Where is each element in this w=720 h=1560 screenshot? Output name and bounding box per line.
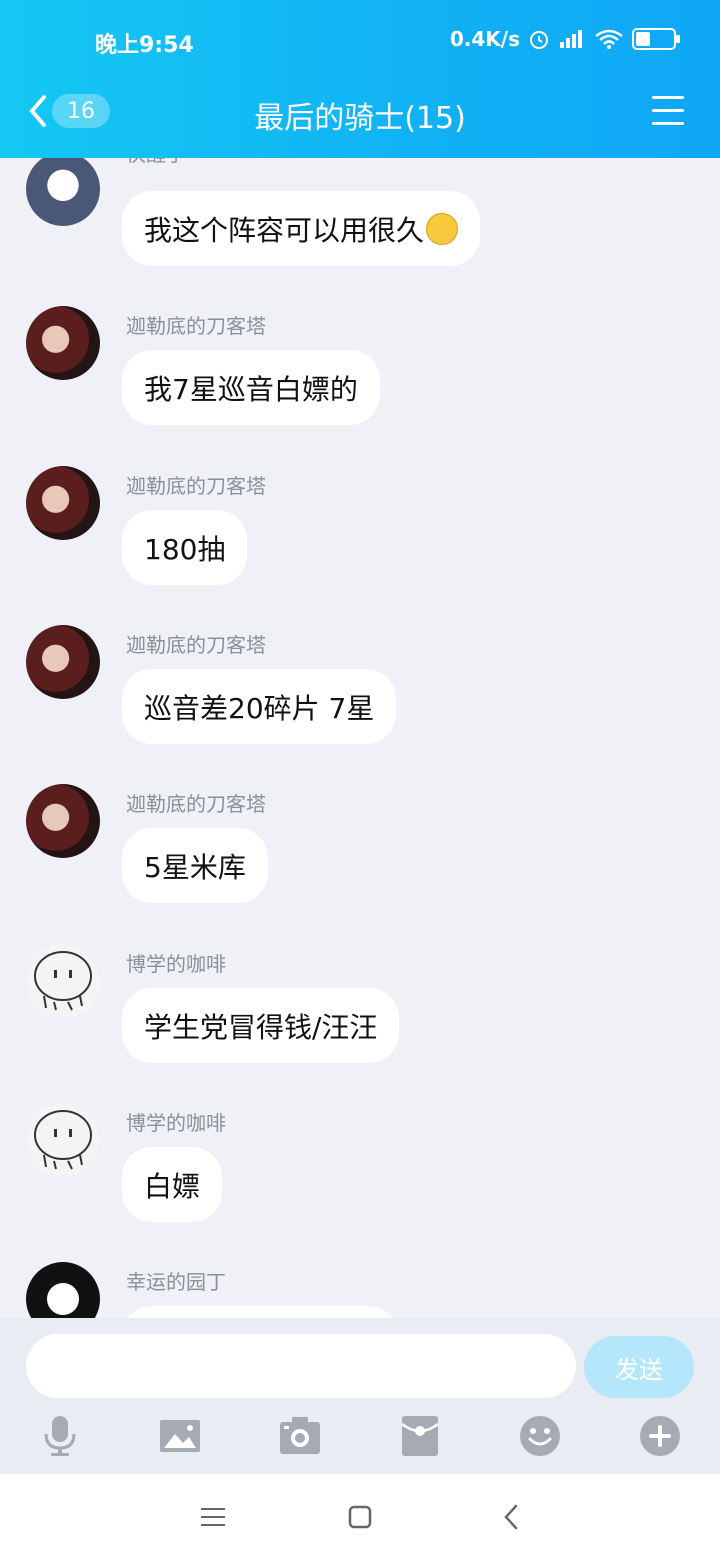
home-icon[interactable] <box>345 1502 375 1532</box>
message-bubble[interactable]: 我这个阵容可以用很久 <box>122 191 481 266</box>
avatar[interactable] <box>26 158 100 226</box>
message-list[interactable]: 快醒了 我这个阵容可以用很久 迦勒底的刀客塔 我7星巡音白嫖的 迦勒底的刀客塔 … <box>0 158 720 1318</box>
sender-name: 迦勒底的刀客塔 <box>126 474 266 498</box>
image-icon[interactable] <box>158 1414 202 1458</box>
emoji-icon[interactable] <box>518 1414 562 1458</box>
avatar[interactable] <box>26 466 100 540</box>
message-bubble[interactable]: 我7星巡音白嫖的 <box>122 350 380 425</box>
menu-line <box>652 96 684 99</box>
message-bubble[interactable] <box>122 1306 398 1318</box>
sender-name: 迦勒底的刀客塔 <box>126 314 266 338</box>
status-time: 晚上9:54 <box>95 33 194 58</box>
input-area: 发送 <box>0 1318 720 1474</box>
message-text: 我这个阵容可以用很久 <box>144 213 425 247</box>
net-speed: 0.4K/s <box>449 27 520 51</box>
avatar[interactable] <box>26 306 100 380</box>
avatar[interactable] <box>26 944 100 1018</box>
app-header: 晚上9:54 0.4K/s 16 最后的骑士(15) <box>0 0 720 158</box>
status-icons: 0.4K/s <box>449 27 680 51</box>
avatar[interactable] <box>26 625 100 699</box>
alarm-icon <box>530 31 548 49</box>
red-packet-icon[interactable] <box>398 1414 442 1458</box>
menu-line <box>652 122 684 125</box>
message-text: 巡音差20碎片 7星 <box>144 691 375 725</box>
sender-name: 快醒了 <box>126 158 186 167</box>
sender-name: 博学的咖啡 <box>126 1111 226 1135</box>
message-text: 白嫖 <box>144 1169 201 1203</box>
message-bubble[interactable]: 巡音差20碎片 7星 <box>122 669 397 744</box>
message-text: 5星米库 <box>144 850 246 884</box>
sender-name: 幸运的园丁 <box>126 1270 226 1294</box>
plus-icon[interactable] <box>638 1414 682 1458</box>
back-nav-icon[interactable] <box>497 1502 527 1532</box>
smirk-emoji-icon <box>426 212 459 245</box>
camera-icon[interactable] <box>278 1414 322 1458</box>
microphone-icon[interactable] <box>38 1414 82 1458</box>
menu-line <box>652 109 684 112</box>
battery-icon <box>632 28 680 50</box>
sender-name: 博学的咖啡 <box>126 952 226 976</box>
sender-name: 迦勒底的刀客塔 <box>126 633 266 657</box>
system-nav-bar <box>0 1474 720 1560</box>
signal-icon <box>560 30 582 48</box>
message-bubble[interactable]: 5星米库 <box>122 828 268 903</box>
message-text: 学生党冒得钱/汪汪 <box>144 1010 378 1044</box>
avatar[interactable] <box>26 1103 100 1177</box>
menu-button[interactable] <box>652 96 684 126</box>
message-bubble[interactable]: 学生党冒得钱/汪汪 <box>122 988 400 1063</box>
sender-name: 迦勒底的刀客塔 <box>126 792 266 816</box>
message-input[interactable] <box>26 1334 576 1398</box>
avatar[interactable] <box>26 784 100 858</box>
message-bubble[interactable]: 180抽 <box>122 510 248 585</box>
recent-apps-icon[interactable] <box>198 1502 228 1532</box>
message-text: 我7星巡音白嫖的 <box>144 372 358 406</box>
doodle-face-icon <box>34 1110 92 1170</box>
chat-title: 最后的骑士(15) <box>254 101 466 136</box>
message-text: 180抽 <box>144 532 226 566</box>
doodle-face-icon <box>34 951 92 1011</box>
avatar[interactable] <box>26 1262 100 1318</box>
send-button[interactable]: 发送 <box>584 1336 694 1398</box>
wifi-icon <box>595 29 623 49</box>
message-bubble[interactable]: 白嫖 <box>122 1147 223 1222</box>
